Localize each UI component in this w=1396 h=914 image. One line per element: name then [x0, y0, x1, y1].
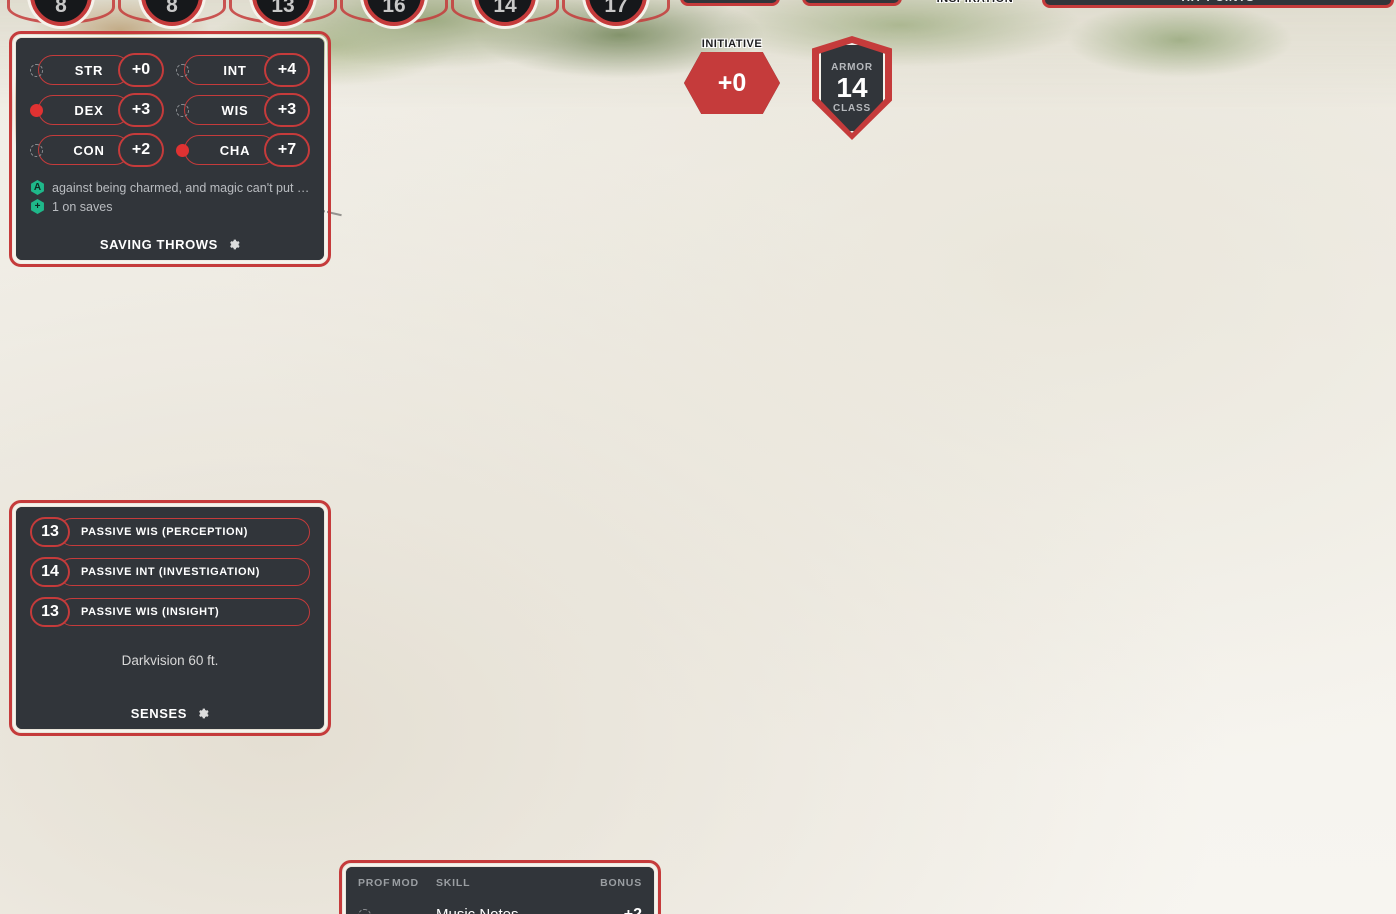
saving-throw-ability: STR	[38, 55, 130, 85]
saving-throw-ability: WIS	[184, 95, 276, 125]
saving-throw-row[interactable]: WIS +3	[176, 93, 310, 127]
ability-score-value: 16	[382, 0, 406, 17]
ability-score-value: 13	[271, 0, 295, 17]
skills-col-skill: SKILL	[436, 877, 471, 889]
saving-throws-panel: STR +0 INT +4 DEX +3 WIS +3 CON +2 CHA +7 Aagainst …	[9, 31, 331, 267]
top-stats-row: BONUS SPEED INSPIRATION HIT POINTS	[680, 0, 1396, 14]
skills-header-row: PROF MOD SKILL BONUS	[346, 867, 654, 895]
saving-throw-note: Aagainst being charmed, and magic can't …	[30, 180, 310, 195]
senses-footer[interactable]: SENSES	[16, 706, 324, 721]
saving-throw-proficiency-dot[interactable]	[176, 103, 189, 117]
initiative-value-hex[interactable]: +0	[684, 52, 780, 114]
saving-throw-bonus: +3	[118, 93, 164, 127]
speed-box[interactable]: SPEED	[802, 0, 902, 6]
saving-throws-footer-label: SAVING THROWS	[99, 237, 218, 252]
inspiration-box[interactable]: INSPIRATION	[920, 0, 1030, 6]
skills-col-bonus: BONUS	[600, 877, 642, 889]
hit-points-box[interactable]: HIT POINTS	[1042, 0, 1394, 8]
initiative-value: +0	[717, 68, 747, 97]
saving-throw-note-text: 1 on saves	[52, 199, 113, 214]
senses-extra: Darkvision 60 ft.	[121, 653, 219, 668]
sense-row[interactable]: 13 PASSIVE WIS (PERCEPTION)	[16, 517, 324, 547]
sense-row[interactable]: 14 PASSIVE INT (INVESTIGATION)	[16, 557, 324, 587]
senses-footer-label: SENSES	[130, 706, 188, 721]
ability-scores-row: 8 8 13 16 14 17	[0, 0, 680, 26]
skill-proficiency-dot[interactable]	[358, 908, 371, 914]
saving-throws-footer[interactable]: SAVING THROWS	[16, 237, 324, 252]
initiative-block[interactable]: INITIATIVE +0	[684, 38, 780, 120]
gear-icon[interactable]	[227, 238, 240, 251]
hit-points-label: HIT POINTS	[1181, 0, 1254, 5]
skill-row[interactable]: --Music Notes+2	[346, 895, 654, 914]
skill-bonus[interactable]: +2	[590, 895, 642, 914]
saving-throw-row[interactable]: CHA +7	[176, 133, 310, 167]
sense-label: PASSIVE WIS (INSIGHT)	[58, 598, 310, 626]
saving-throw-proficiency-dot[interactable]	[30, 103, 43, 117]
sense-row[interactable]: 13 PASSIVE WIS (INSIGHT)	[16, 597, 324, 627]
sense-value: 13	[30, 597, 70, 627]
saving-throw-proficiency-dot[interactable]	[176, 63, 189, 77]
saving-throw-row[interactable]: CON +2	[30, 133, 164, 167]
sense-value: 14	[30, 557, 70, 587]
saving-throw-note-text: against being charmed, and magic can't p…	[52, 180, 310, 195]
saving-throw-row[interactable]: STR +0	[30, 53, 164, 87]
saving-throw-proficiency-dot[interactable]	[30, 143, 43, 157]
saving-throw-bonus: +4	[264, 53, 310, 87]
ability-score-value: 14	[493, 0, 517, 17]
skill-name[interactable]: Music Notes	[436, 895, 590, 914]
skill-proficiency-cell[interactable]	[358, 908, 392, 914]
inspiration-label: INSPIRATION	[937, 0, 1014, 6]
sense-value: 13	[30, 517, 70, 547]
saving-throws-grid: STR +0 INT +4 DEX +3 WIS +3 CON +2 CHA +7	[16, 38, 324, 167]
initiative-label: INITIATIVE	[701, 38, 763, 50]
ability-score-value: 8	[55, 0, 67, 17]
saving-throw-ability: INT	[184, 55, 276, 85]
saving-throw-ability: CHA	[184, 135, 276, 165]
saving-throw-bonus: +7	[264, 133, 310, 167]
saving-throw-ability: CON	[38, 135, 130, 165]
saving-throw-note: +1 on saves	[30, 199, 310, 214]
armor-class-bottom-label: CLASS	[833, 103, 871, 114]
skills-panel: PROF MOD SKILL BONUS --Music Notes+2CHAO…	[339, 860, 661, 914]
senses-panel: 13 PASSIVE WIS (PERCEPTION) 14 PASSIVE INT …	[9, 500, 331, 736]
saving-throw-bonus: +2	[118, 133, 164, 167]
armor-class-block[interactable]: ARMOR 14 CLASS	[812, 36, 892, 140]
sense-label: PASSIVE WIS (PERCEPTION)	[58, 518, 310, 546]
skills-col-prof: PROF	[358, 877, 391, 889]
saving-throw-row[interactable]: INT +4	[176, 53, 310, 87]
saving-throw-ability: DEX	[38, 95, 130, 125]
armor-class-value: 14	[836, 72, 868, 103]
saving-throw-bonus: +0	[118, 53, 164, 87]
skills-col-mod: MOD	[392, 877, 419, 889]
advantage-badge-icon: +	[31, 199, 44, 214]
senses-list: 13 PASSIVE WIS (PERCEPTION) 14 PASSIVE INT …	[16, 517, 324, 627]
ability-score-value: 17	[604, 0, 628, 17]
shield-icon[interactable]: ARMOR 14 CLASS	[812, 36, 892, 140]
gear-icon[interactable]	[196, 707, 209, 720]
saving-throw-row[interactable]: DEX +3	[30, 93, 164, 127]
armor-class-inner: ARMOR 14 CLASS	[819, 43, 885, 133]
sense-label: PASSIVE INT (INVESTIGATION)	[58, 558, 310, 586]
advantage-badge-icon: A	[31, 180, 44, 195]
speed-label: SPEED	[832, 0, 872, 3]
proficiency-bonus-box[interactable]: BONUS	[680, 0, 780, 6]
skill-modifier: --	[392, 908, 436, 914]
skills-list: --Music Notes+2CHAOcarina+5--Custom Skil…	[346, 895, 654, 914]
saving-throw-proficiency-dot[interactable]	[30, 63, 43, 77]
saving-throws-notes: Aagainst being charmed, and magic can't …	[16, 166, 324, 214]
saving-throw-bonus: +3	[264, 93, 310, 127]
saving-throw-proficiency-dot[interactable]	[176, 143, 189, 157]
ability-score-value: 8	[166, 0, 178, 17]
proficiency-bonus-label: BONUS	[709, 0, 752, 3]
